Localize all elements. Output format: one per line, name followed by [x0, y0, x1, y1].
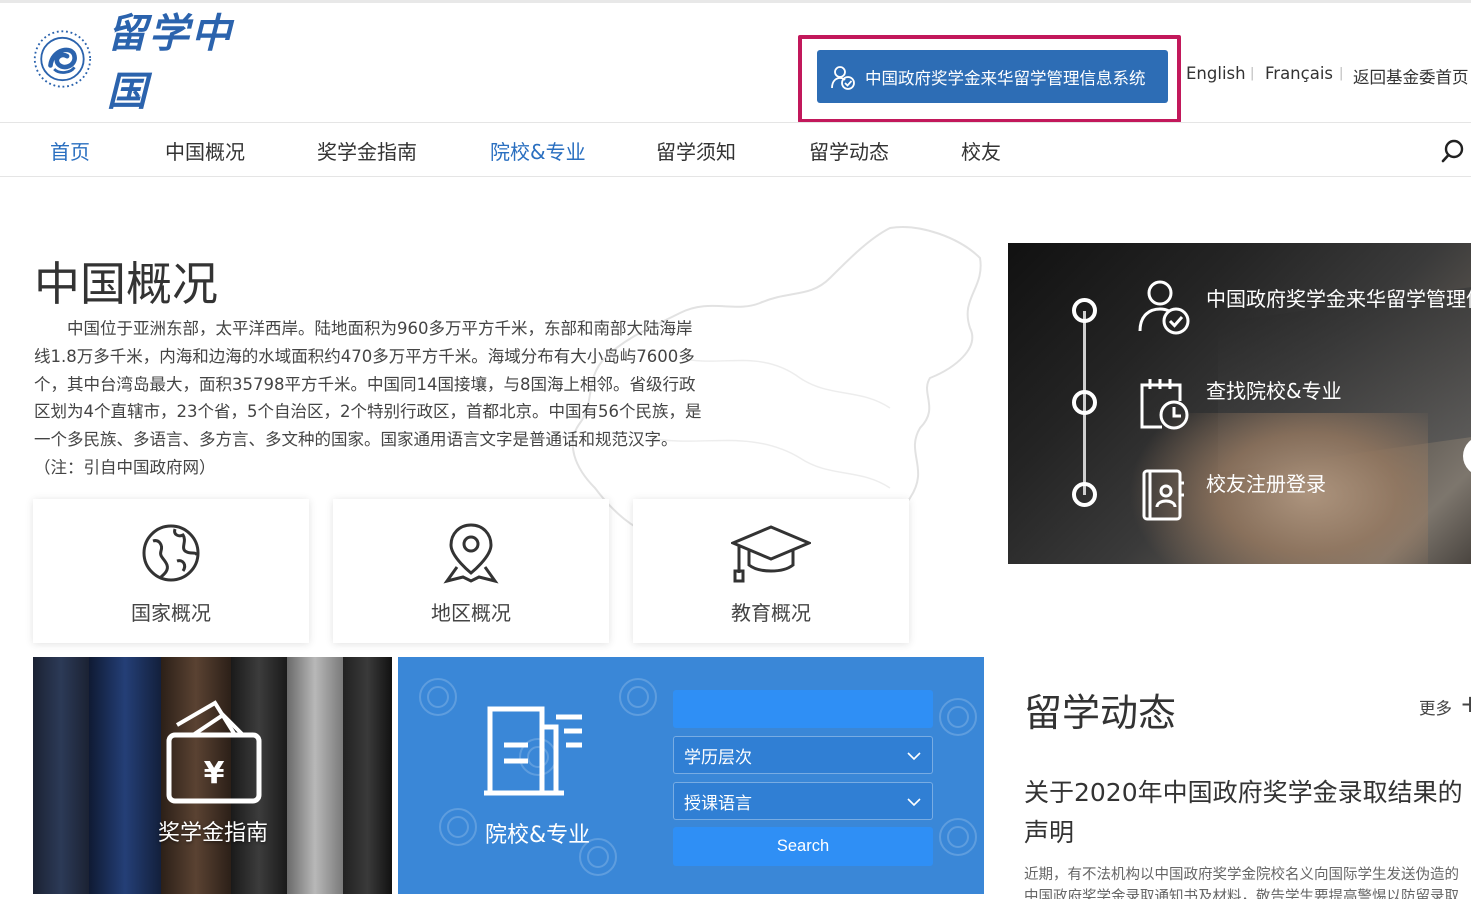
nav-item-study-notice[interactable]: 留学须知 [656, 136, 736, 165]
site-logo[interactable]: 留学中国 [32, 10, 262, 115]
degree-level-value: 学历层次 [684, 747, 752, 768]
chevron-down-icon [907, 752, 921, 761]
scholarship-envelope-icon: ¥ [166, 700, 262, 804]
graduation-cap-icon [731, 525, 811, 583]
lang-english-link[interactable]: English [1186, 64, 1246, 83]
id-book-icon [1142, 469, 1184, 521]
news-section-title: 留学动态 [1024, 691, 1177, 735]
card-education-overview[interactable]: 教育概况 [633, 499, 909, 643]
timeline-dot [1072, 298, 1097, 323]
nav-item-alumni[interactable]: 校友 [961, 136, 1001, 165]
card-label: 教育概况 [731, 601, 811, 625]
svg-text:¥: ¥ [204, 756, 225, 791]
nav-item-institutions[interactable]: 院校&专业 [490, 136, 586, 165]
card-country-overview[interactable]: 国家概况 [33, 499, 309, 643]
timeline-dot [1072, 482, 1097, 507]
book-spine [89, 657, 161, 894]
divider: | [1250, 66, 1255, 81]
user-check-icon [1138, 280, 1190, 335]
card-region-overview[interactable]: 地区概况 [333, 499, 609, 643]
location-pin-icon [443, 523, 499, 584]
panel-link-find-institutions[interactable]: 查找院校&专业 [1206, 375, 1342, 407]
user-check-icon [831, 65, 855, 90]
timeline-dot [1072, 390, 1097, 415]
overview-text: 中国位于亚洲东部，太平洋西岸。陆地面积为960多万平方千米，东部和南部大陆海岸线… [34, 319, 702, 477]
news-headline-link[interactable]: 关于2020年中国政府奖学金录取结果的声明 [1024, 773, 1471, 853]
tile-institutions-search: 院校&专业 学历层次 授课语言 Search [398, 657, 984, 894]
keyword-input[interactable] [673, 690, 933, 728]
logo-emblem-icon [33, 30, 92, 88]
overview-title: 中国概况 [34, 257, 218, 311]
tile-label: 奖学金指南 [158, 821, 269, 846]
tile-scholarship-guide[interactable]: ¥ 奖学金指南 [33, 657, 392, 894]
book-spine [33, 657, 89, 894]
teaching-language-select[interactable]: 授课语言 [673, 782, 933, 820]
calendar-clock-icon [1140, 379, 1189, 430]
lang-french-link[interactable]: Français [1265, 64, 1333, 83]
news-more-link[interactable]: 更多 [1419, 695, 1452, 719]
search-icon[interactable] [1440, 138, 1466, 164]
search-button[interactable]: Search [673, 827, 933, 866]
nav-item-home[interactable]: 首页 [50, 136, 90, 165]
chevron-down-icon [907, 798, 921, 807]
nav-item-scholarship-guide[interactable]: 奖学金指南 [317, 136, 417, 165]
book-spine [343, 657, 392, 894]
teaching-language-value: 授课语言 [684, 793, 752, 814]
panel-link-alumni-login[interactable]: 校友注册登录 [1206, 468, 1326, 500]
card-label: 地区概况 [431, 601, 511, 625]
back-to-csc-link[interactable]: 返回基金委首页 [1353, 64, 1469, 88]
news-summary: 近期，有不法机构以中国政府奖学金院校名义向国际学生发送伪造的中国政府奖学金录取通… [1024, 867, 1459, 899]
document-building-icon [484, 706, 582, 796]
book-spine [287, 657, 343, 894]
globe-icon [142, 524, 200, 582]
panel-link-scholarship-system[interactable]: 中国政府奖学金来华留学管理信息系统 [1206, 283, 1471, 315]
degree-level-select[interactable]: 学历层次 [673, 736, 933, 774]
page: 留学中国 中国政府奖学金来华留学管理信息系统 English | Françai… [0, 0, 1471, 899]
logo-text: 留学中国 [106, 10, 233, 115]
divider: | [1339, 66, 1344, 81]
scholarship-system-button[interactable]: 中国政府奖学金来华留学管理信息系统 [817, 50, 1168, 103]
tile-label: 院校&专业 [485, 823, 591, 848]
nav-item-news[interactable]: 留学动态 [809, 136, 889, 165]
quick-links-panel: 中国政府奖学金来华留学管理信息系统 查找院校&专业 校友注册登录 [1008, 243, 1471, 564]
scholarship-system-label: 中国政府奖学金来华留学管理信息系统 [865, 68, 1146, 88]
plus-icon[interactable]: + [1460, 690, 1471, 718]
card-label: 国家概况 [131, 601, 211, 625]
nav-item-china-overview[interactable]: 中国概况 [165, 136, 245, 165]
main-nav: 首页 中国概况 奖学金指南 院校&专业 留学须知 留学动态 校友 [0, 122, 1471, 177]
